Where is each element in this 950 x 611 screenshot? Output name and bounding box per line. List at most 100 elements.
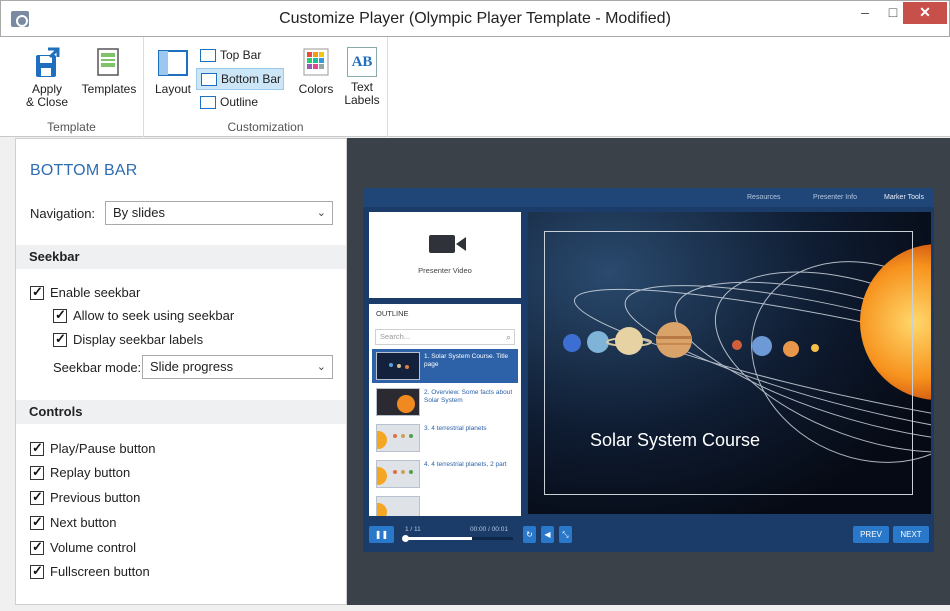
next-button[interactable]: NEXT xyxy=(893,526,929,543)
templates-label: Templates xyxy=(81,82,137,96)
outline-item[interactable]: 1. Solar System Course. Title page xyxy=(372,349,518,383)
text-labels-button[interactable]: AB Text Labels xyxy=(340,47,384,107)
colors-button[interactable]: Colors xyxy=(294,47,338,96)
seekbar[interactable] xyxy=(402,535,513,542)
slide-canvas: Solar System Course xyxy=(528,212,931,514)
player-bottom-bar: ❚❚ 1 / 11 00:00 / 00:01 ↻ ◀ ⤡ PREV NEXT xyxy=(363,521,934,547)
presenter-video-panel: Presenter Video xyxy=(369,212,521,298)
display-labels-label: Display seekbar labels xyxy=(73,332,204,347)
control-label: Fullscreen button xyxy=(50,564,150,579)
outline-item-text: 2. Overview. Some facts about Solar Syst… xyxy=(424,389,513,404)
outline-item[interactable]: 2. Overview. Some facts about Solar Syst… xyxy=(372,385,518,419)
volume-icon: ◀ xyxy=(544,530,551,539)
ribbon: Apply & Close Templates Template Layout … xyxy=(0,37,950,137)
player-top-bar: Resources Presenter Info Marker Tools xyxy=(363,188,934,207)
outline-item[interactable]: 4. 4 terrestrial planets, 2 part xyxy=(372,457,518,491)
chevron-down-icon: ⌄ xyxy=(316,207,326,219)
enable-seekbar-checkbox[interactable]: Enable seekbar xyxy=(30,284,140,301)
control-label: Volume control xyxy=(50,540,136,555)
volume-checkbox[interactable]: Volume control xyxy=(30,539,136,556)
settings-panel: BOTTOM BAR Navigation: By slides ⌄ Seekb… xyxy=(15,138,347,605)
prev-button[interactable]: PREV xyxy=(853,526,889,543)
checkbox-checked-icon xyxy=(53,307,67,323)
slide-frame xyxy=(544,231,913,495)
top-bar-icon xyxy=(200,49,216,62)
prev-label: PREV xyxy=(860,530,882,539)
fullscreen-checkbox[interactable]: Fullscreen button xyxy=(30,563,150,580)
seekbar-fill xyxy=(405,537,472,540)
replay-button[interactable]: ↻ xyxy=(523,526,536,543)
search-placeholder: Search... xyxy=(380,332,411,341)
display-labels-checkbox[interactable]: Display seekbar labels xyxy=(53,331,204,348)
outline-panel: OUTLINE Search... ⌕ 1. Solar System Cour… xyxy=(369,304,521,516)
customization-group-label: Customization xyxy=(227,120,304,134)
replay-checkbox[interactable]: Replay button xyxy=(30,464,131,481)
outline-item-text: 1. Solar System Course. Title page xyxy=(424,353,509,368)
apply-close-button[interactable]: Apply & Close xyxy=(24,47,70,109)
outline-item[interactable] xyxy=(372,493,518,516)
next-checkbox[interactable]: Next button xyxy=(30,514,117,531)
replay-icon: ↻ xyxy=(526,530,533,539)
top-bar-button[interactable]: Top Bar xyxy=(196,45,278,67)
navigation-select[interactable]: By slides ⌄ xyxy=(105,201,333,225)
templates-icon xyxy=(97,48,119,76)
allow-seek-label: Allow to seek using seekbar xyxy=(73,308,235,323)
colors-icon xyxy=(303,48,329,76)
minimize-button[interactable]: – xyxy=(851,2,879,24)
outline-item[interactable]: 3. 4 terrestrial planets xyxy=(372,421,518,455)
slide-thumbnail xyxy=(376,424,420,452)
navigation-value: By slides xyxy=(113,205,166,220)
allow-seek-checkbox[interactable]: Allow to seek using seekbar xyxy=(53,307,235,324)
window-title: Customize Player (Olympic Player Templat… xyxy=(279,10,671,27)
top-bar-label: Top Bar xyxy=(220,48,262,62)
panel-title: BOTTOM BAR xyxy=(30,162,138,179)
bottom-bar-icon xyxy=(201,73,217,86)
close-button[interactable]: ✕ xyxy=(903,2,947,24)
customization-group: Layout Top Bar Bottom Bar Outline Colors xyxy=(144,37,388,137)
marker-tools-link[interactable]: Marker Tools xyxy=(884,194,924,201)
pause-icon: ❚❚ xyxy=(374,530,389,539)
previous-checkbox[interactable]: Previous button xyxy=(30,489,140,506)
colors-label: Colors xyxy=(298,82,334,96)
search-icon: ⌕ xyxy=(505,332,511,342)
text-labels-label: Text Labels xyxy=(344,80,380,107)
resources-link[interactable]: Resources xyxy=(747,194,780,201)
checkbox-checked-icon xyxy=(30,284,44,300)
layout-label: Layout xyxy=(154,82,192,96)
slide-thumbnail xyxy=(376,496,420,516)
fullscreen-icon: ⤡ xyxy=(562,530,569,539)
layout-button[interactable]: Layout xyxy=(152,47,194,96)
controls-section-header: Controls xyxy=(16,400,346,424)
slide-thumbnail xyxy=(376,460,420,488)
checkbox-checked-icon xyxy=(30,464,44,480)
play-pause-checkbox[interactable]: Play/Pause button xyxy=(30,440,156,457)
layout-icon xyxy=(158,50,188,76)
pause-button[interactable]: ❚❚ xyxy=(369,526,394,543)
seekbar-mode-label: Seekbar mode: xyxy=(53,360,142,375)
outline-title: OUTLINE xyxy=(376,309,409,318)
control-label: Next button xyxy=(50,515,117,530)
outline-icon xyxy=(200,96,216,109)
seekbar-knob[interactable] xyxy=(402,535,409,542)
checkbox-checked-icon xyxy=(53,331,67,347)
volume-button[interactable]: ◀ xyxy=(541,526,554,543)
seekbar-mode-select[interactable]: Slide progress ⌄ xyxy=(142,355,333,379)
bottom-bar-button[interactable]: Bottom Bar xyxy=(196,68,284,90)
text-labels-icon-text: AB xyxy=(351,54,373,70)
fullscreen-button[interactable]: ⤡ xyxy=(559,526,572,543)
control-label: Play/Pause button xyxy=(50,441,156,456)
outline-button[interactable]: Outline xyxy=(196,92,278,114)
outline-label: Outline xyxy=(220,95,259,109)
time-display: 00:00 / 00:01 xyxy=(470,526,508,533)
outline-search-input[interactable]: Search... ⌕ xyxy=(375,329,515,345)
presenter-info-link[interactable]: Presenter Info xyxy=(813,194,857,201)
checkbox-checked-icon xyxy=(30,489,44,505)
checkbox-checked-icon xyxy=(30,514,44,530)
text-labels-icon: AB xyxy=(347,47,377,77)
templates-button[interactable]: Templates xyxy=(80,47,138,96)
presenter-video-label: Presenter Video xyxy=(418,266,472,275)
control-label: Replay button xyxy=(50,465,131,480)
template-group: Apply & Close Templates Template xyxy=(0,37,144,137)
slide-thumbnail xyxy=(376,352,420,380)
video-camera-icon xyxy=(429,235,466,253)
